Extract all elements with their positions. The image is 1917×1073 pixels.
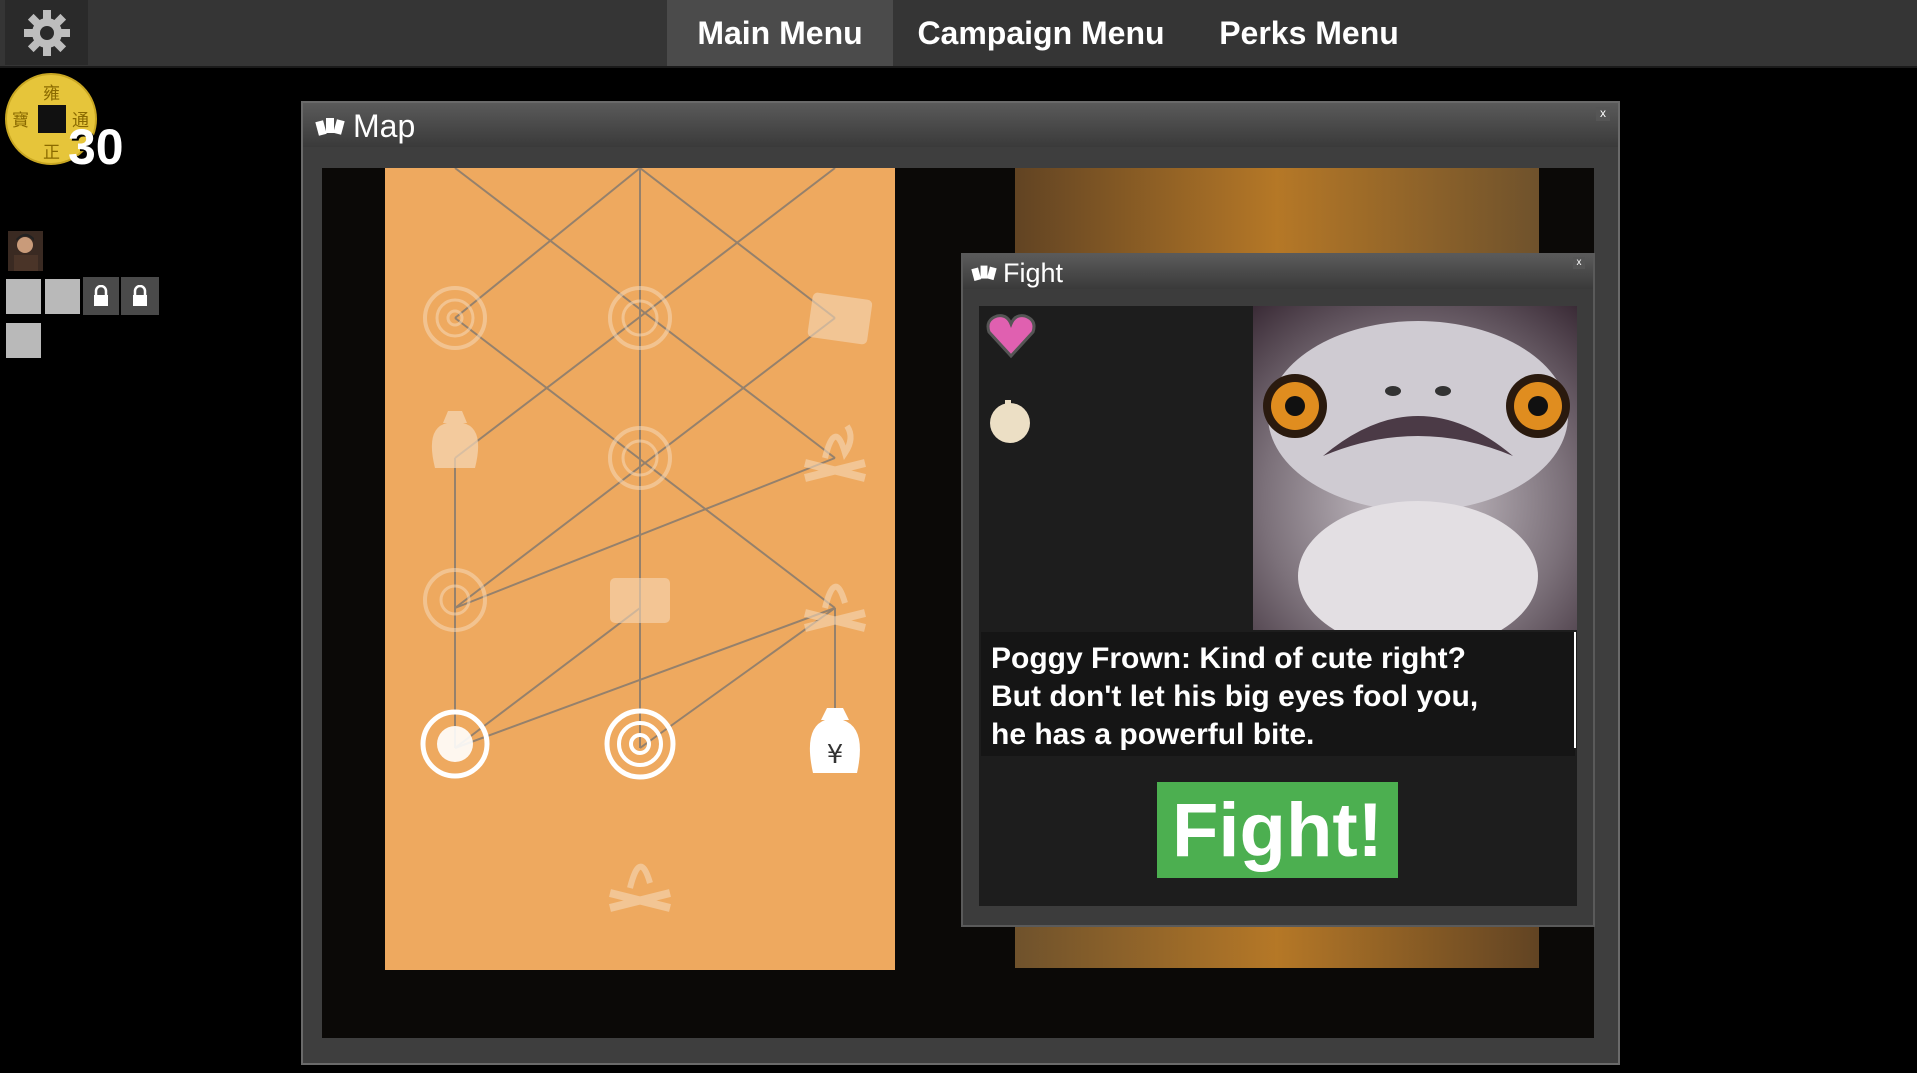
map-path-graph: ¥ <box>420 168 873 912</box>
dialog-line: Poggy Frown: Kind of cute right? <box>991 642 1466 675</box>
character-portrait[interactable] <box>8 231 43 271</box>
heart-icon <box>986 314 1036 359</box>
bomb-icon <box>990 400 1030 443</box>
inventory-slot[interactable] <box>6 323 41 358</box>
dialog-text: Poggy Frown: Kind of cute right? But don… <box>981 632 1575 756</box>
cards-icon <box>315 118 345 136</box>
fight-window-title: Fight <box>1003 258 1064 288</box>
enemy-portrait <box>1253 306 1577 630</box>
map-close-button[interactable]: x <box>1596 107 1610 121</box>
map-window-titlebar[interactable]: Map x <box>303 103 1618 147</box>
map-node[interactable] <box>431 411 479 468</box>
map-window-title: Map <box>353 108 416 144</box>
fight-close-button[interactable]: x <box>1573 257 1585 269</box>
tab-campaign-menu[interactable]: Campaign Menu <box>895 0 1187 66</box>
inventory-slot[interactable] <box>45 279 80 314</box>
settings-button[interactable] <box>5 0 88 65</box>
map-node[interactable] <box>804 424 866 482</box>
lock-icon <box>94 285 108 306</box>
map-node-active[interactable]: ¥ <box>809 708 860 773</box>
dialog-scrollbar[interactable] <box>1574 632 1576 748</box>
tab-main-menu[interactable]: Main Menu <box>667 0 893 66</box>
fight-window-titlebar[interactable]: Fight x <box>963 255 1593 289</box>
map-node[interactable] <box>609 863 671 912</box>
map-node[interactable] <box>610 578 670 623</box>
locked-slot <box>83 277 119 315</box>
coin-count: 30 <box>68 119 124 175</box>
svg-text:¥: ¥ <box>827 740 844 770</box>
gear-icon <box>23 9 70 56</box>
map-node[interactable] <box>807 292 873 345</box>
dialog-line: he has a powerful bite. <box>991 718 1315 751</box>
lock-icon <box>133 285 147 306</box>
fight-button[interactable]: Fight! <box>1157 782 1398 878</box>
dialog-line: But don't let his big eyes fool you, <box>991 680 1479 713</box>
cards-icon <box>971 265 997 281</box>
inventory-slot[interactable] <box>6 279 41 314</box>
locked-slot <box>121 277 159 315</box>
tab-perks-menu[interactable]: Perks Menu <box>1189 0 1429 66</box>
